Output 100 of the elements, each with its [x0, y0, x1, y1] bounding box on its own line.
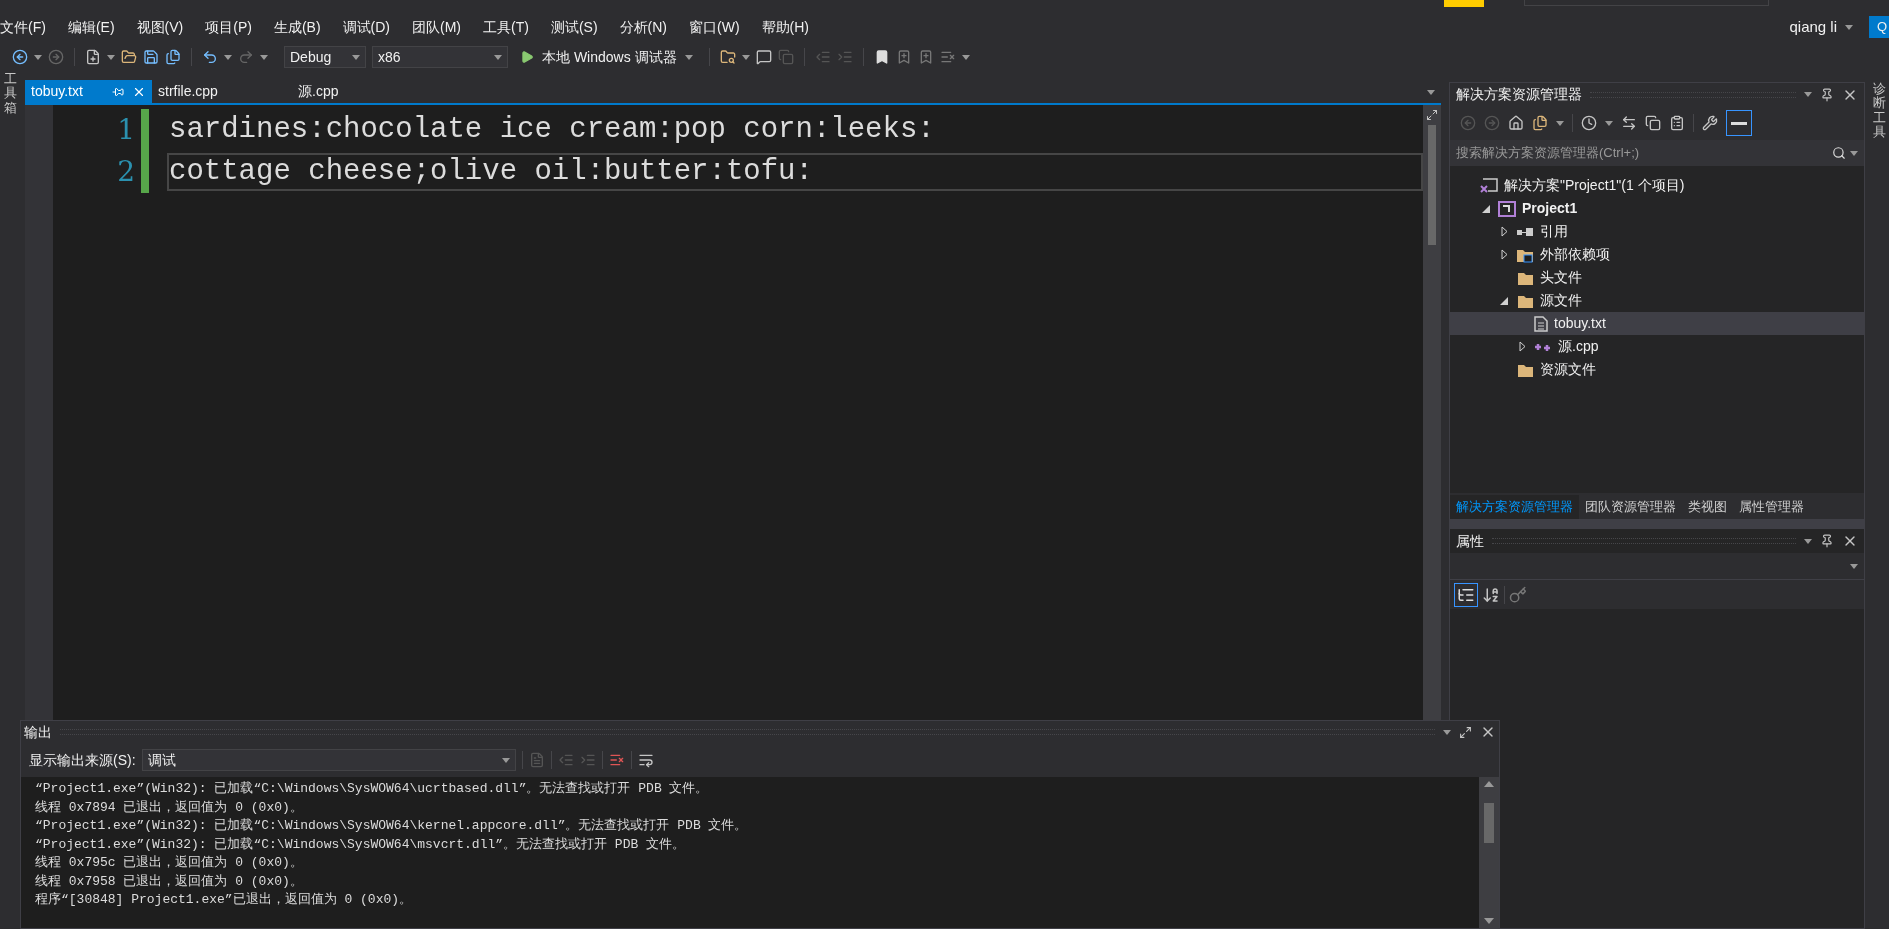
tree-item[interactable]: 解决方案"Project1"(1 个项目) [1450, 174, 1864, 197]
caret-icon[interactable] [224, 54, 232, 60]
caret-icon[interactable] [1556, 120, 1564, 126]
pin-icon[interactable] [112, 85, 124, 98]
platform-dropdown[interactable]: x86 [372, 46, 508, 68]
tree-item-label: 引用 [1540, 222, 1568, 241]
back-icon[interactable] [12, 49, 28, 65]
panel-tab[interactable]: 团队资源管理器 [1579, 495, 1682, 519]
search-icon[interactable] [1832, 146, 1846, 160]
file-tab[interactable]: strfile.cpp [152, 80, 292, 103]
home-icon[interactable] [1508, 115, 1524, 131]
panel-tab[interactable]: 解决方案资源管理器 [1450, 495, 1579, 519]
collapsed-arrow-icon[interactable] [1518, 341, 1526, 352]
show-all-files-icon[interactable] [1669, 115, 1685, 131]
project-icon [1498, 200, 1516, 217]
caret-icon[interactable] [1850, 563, 1858, 569]
caret-icon[interactable] [501, 757, 510, 763]
tree-item[interactable]: 引用 [1450, 220, 1864, 243]
caret-icon[interactable] [260, 54, 268, 60]
preview-button[interactable] [1726, 110, 1752, 136]
user-avatar[interactable]: Q [1869, 16, 1889, 38]
sync-arrows-icon[interactable] [1621, 115, 1637, 131]
menu-item[interactable]: 生成(B) [273, 16, 321, 38]
caret-icon[interactable] [1427, 90, 1435, 95]
caret-icon[interactable] [107, 54, 115, 60]
menu-item[interactable]: 工具(T) [483, 16, 529, 38]
expanded-arrow-icon[interactable] [1482, 204, 1490, 213]
tree-item[interactable]: tobuy.txt [1450, 312, 1864, 335]
scroll-thumb[interactable] [1484, 802, 1494, 843]
caret-icon[interactable] [961, 54, 970, 60]
forward-icon[interactable] [48, 49, 64, 65]
caret-icon[interactable] [1605, 120, 1613, 126]
tree-item[interactable]: 资源文件 [1450, 358, 1864, 381]
collapse-all-icon[interactable] [1645, 115, 1661, 131]
code-line[interactable]: sardines:chocolate ice cream:pop corn:leeks: [167, 111, 1423, 149]
key-icon[interactable] [1509, 585, 1527, 604]
caret-icon[interactable] [684, 54, 693, 60]
tree-item[interactable]: 源.cpp [1450, 335, 1864, 358]
caret-icon[interactable] [1850, 150, 1858, 156]
menu-item[interactable]: 编辑(E) [67, 16, 115, 38]
split-icon[interactable] [1426, 109, 1438, 121]
tree-item[interactable]: 源文件 [1450, 289, 1864, 312]
collapsed-arrow-icon[interactable] [1500, 226, 1508, 237]
menu-item[interactable]: 测试(S) [550, 16, 598, 38]
pin-icon[interactable] [1820, 534, 1834, 548]
menu-item[interactable]: 文件(F) [0, 16, 46, 38]
scroll-thumb[interactable] [1428, 125, 1436, 245]
configuration-dropdown[interactable]: Debug [284, 46, 366, 68]
clear-all-icon[interactable] [608, 752, 625, 768]
scrollbar[interactable] [1423, 105, 1441, 720]
save-icon[interactable] [143, 49, 159, 65]
source-dropdown[interactable]: 调试 [141, 749, 516, 771]
diagnostics-tab[interactable]: 诊断工具 [1872, 82, 1886, 140]
caret-icon[interactable] [34, 54, 42, 60]
properties-icon[interactable] [1702, 115, 1718, 131]
caret-icon[interactable] [741, 54, 750, 60]
output-line: 线程 0x795c 已退出，返回值为 0 (0x0)。 [35, 854, 303, 872]
caret-icon[interactable] [1845, 24, 1853, 30]
new-file-icon[interactable] [85, 49, 101, 65]
maximize-icon[interactable] [1459, 725, 1472, 739]
panel-tab[interactable]: 类视图 [1682, 495, 1733, 519]
menu-item[interactable]: 帮助(H) [761, 16, 809, 38]
tree-item[interactable]: 外部依赖项 [1450, 243, 1864, 266]
menu-item[interactable]: 调试(D) [342, 16, 390, 38]
search-field[interactable]: 搜索解决方案资源管理器(Ctrl+;) [1450, 140, 1864, 166]
caret-icon[interactable] [1804, 92, 1812, 97]
clear-bookmarks-icon[interactable] [939, 49, 956, 65]
menu-item[interactable]: 项目(P) [205, 16, 252, 38]
caret-icon[interactable] [1443, 729, 1451, 735]
source-label: 显示输出来源(S): [29, 750, 136, 770]
pin-icon[interactable] [1820, 87, 1834, 102]
run-button[interactable]: 本地 Windows 调试器 [514, 46, 699, 68]
menu-item[interactable]: 分析(N) [619, 16, 667, 38]
user-name[interactable]: qiang li [1789, 15, 1837, 39]
open-folder-icon[interactable] [121, 49, 137, 65]
menu-item[interactable]: 团队(M) [412, 16, 461, 38]
comment-icon[interactable] [755, 49, 772, 65]
caret-icon[interactable] [1804, 538, 1812, 544]
menu-item[interactable]: 窗口(W) [689, 16, 740, 38]
expanded-arrow-icon[interactable] [1500, 296, 1508, 305]
scroll-down-icon[interactable] [1484, 918, 1494, 924]
pending-changes-icon[interactable] [1581, 115, 1597, 131]
save-all-icon[interactable] [165, 49, 181, 65]
file-tab[interactable]: tobuy.txt [25, 80, 152, 103]
tree-item[interactable]: Project1 [1450, 197, 1864, 220]
undo-icon[interactable] [202, 49, 218, 65]
alphabetical-icon[interactable] [1482, 585, 1500, 604]
toolbox-tab[interactable]: 工具箱 [3, 72, 17, 115]
scroll-up-icon[interactable] [1484, 781, 1494, 787]
word-wrap-icon[interactable] [637, 752, 654, 768]
collapsed-arrow-icon[interactable] [1500, 249, 1508, 260]
panel-tab[interactable]: 属性管理器 [1733, 495, 1810, 519]
sync-icon[interactable] [1532, 115, 1548, 131]
find-in-files-icon[interactable] [719, 49, 736, 65]
caret-icon[interactable] [494, 54, 502, 60]
file-tab[interactable]: 源.cpp [292, 80, 432, 103]
scrollbar[interactable] [1479, 777, 1499, 928]
caret-icon[interactable] [352, 54, 360, 60]
menu-item[interactable]: 视图(V) [136, 16, 184, 38]
tree-item[interactable]: 头文件 [1450, 266, 1864, 289]
